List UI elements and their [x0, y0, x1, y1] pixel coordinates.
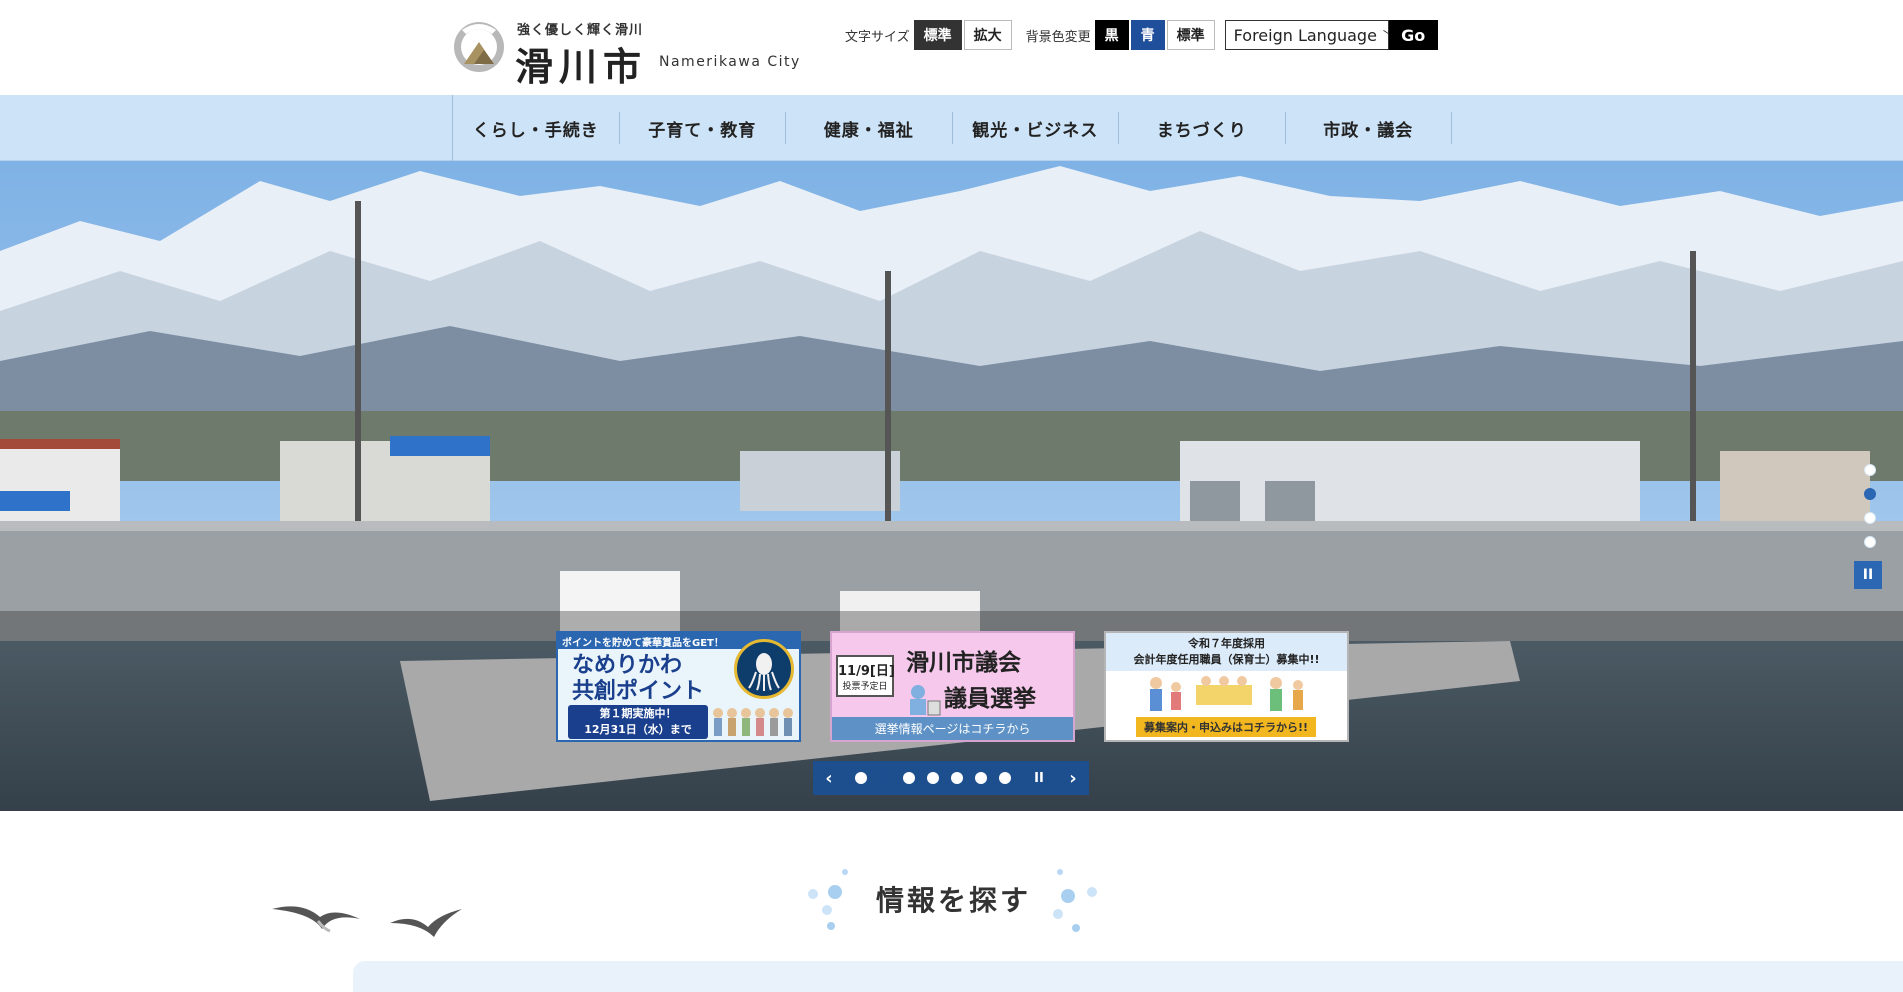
bg-black-button[interactable]: 黒 — [1094, 20, 1129, 50]
banner-dot-3[interactable] — [903, 772, 915, 784]
banner3-header: 令和７年度採用 会計年度任用職員（保育士）募集中!! — [1106, 633, 1347, 671]
banner2-line1: 滑川市議会 — [906, 650, 1021, 676]
bg-standard-button[interactable]: 標準 — [1166, 20, 1215, 50]
hero-slideshow: II ポイントを貯めて豪華賞品をGET！ なめりかわ 共創ポイント 第１期実施中… — [0, 161, 1903, 811]
city-emblem-icon — [454, 22, 504, 72]
banner-pause-button[interactable]: II — [1021, 761, 1057, 795]
banner-pagination — [845, 761, 1021, 795]
logo-city-name: 滑川市 — [515, 44, 648, 89]
banner1-line2: 共創ポイント — [572, 679, 705, 704]
banner-dot-5[interactable] — [951, 772, 963, 784]
banner2-line2: 議員選挙 — [944, 686, 1036, 712]
nav-item-government[interactable]: 市政・議会 — [1286, 112, 1452, 144]
banner2-date-sub: 投票予定日 — [842, 682, 888, 692]
banner-recruitment[interactable]: 令和７年度採用 会計年度任用職員（保育士）募集中!! 募集案内・申込みはコチラか… — [1104, 631, 1349, 742]
voter-figure-icon — [910, 685, 941, 716]
hero-dot-3[interactable] — [1864, 512, 1876, 524]
banner-dot-1[interactable] — [855, 772, 867, 784]
children-illustration-icon — [1150, 676, 1303, 711]
nav-item-health[interactable]: 健康・福祉 — [786, 112, 953, 144]
banner-dot-7[interactable] — [999, 772, 1011, 784]
banner2-date-box: 11/9[日] 投票予定日 — [836, 655, 895, 697]
seagull-icon — [272, 906, 462, 937]
banner-prev-button[interactable]: ‹ — [813, 761, 845, 795]
bg-blue-button[interactable]: 青 — [1130, 20, 1165, 50]
nav-item-childcare[interactable]: 子育て・教育 — [620, 112, 786, 144]
site-header: 強く優しく輝く滑川 滑川市 Namerikawa City 文字サイズ 標準 拡… — [0, 0, 1903, 95]
people-illustration-icon — [713, 708, 793, 736]
banner1-period: 第１期実施中！ 12月31日（水）まで — [568, 705, 708, 739]
nav-item-tourism[interactable]: 観光・ビジネス — [953, 112, 1119, 144]
language-select[interactable]: Foreign Language ﹀ — [1224, 20, 1394, 50]
hero-pause-button[interactable]: II — [1854, 561, 1882, 589]
nav-item-town[interactable]: まちづくり — [1119, 112, 1286, 144]
bubble-decoration-icon — [1053, 869, 1097, 932]
banner-election[interactable]: 11/9[日] 投票予定日 滑川市議会 議員選挙 選挙情報ページはコチラから — [830, 631, 1075, 742]
site-logo[interactable]: 強く優しく輝く滑川 滑川市 Namerikawa City — [452, 16, 802, 89]
banner-controls: ‹ II › — [813, 761, 1089, 795]
nav-item-living[interactable]: くらし・手続き — [453, 112, 620, 144]
bubble-decoration-icon — [808, 869, 848, 930]
language-go-button[interactable]: Go — [1388, 20, 1438, 50]
bg-color-label: 背景色変更 — [1025, 29, 1091, 45]
squid-mascot-icon — [734, 639, 794, 699]
banner-dot-2[interactable] — [879, 772, 891, 784]
hero-dot-2[interactable] — [1864, 488, 1876, 500]
banner-next-button[interactable]: › — [1057, 761, 1089, 795]
banner2-foot: 選挙情報ページはコチラから — [832, 717, 1073, 740]
search-panel — [353, 961, 1903, 992]
accessibility-tools: 文字サイズ 標準 拡大 背景色変更 黒 青 標準 Foreign Languag… — [845, 20, 1438, 50]
banner-dot-4[interactable] — [927, 772, 939, 784]
banner3-foot: 募集案内・申込みはコチラから!! — [1136, 717, 1316, 737]
hero-dot-4[interactable] — [1864, 536, 1876, 548]
font-size-label: 文字サイズ — [845, 29, 910, 45]
logo-city-name-en: Namerikawa City — [659, 54, 801, 70]
hero-dot-1[interactable] — [1864, 464, 1876, 476]
font-size-standard-button[interactable]: 標準 — [913, 20, 962, 50]
language-select-value: Foreign Language — [1233, 25, 1377, 45]
banner1-line1: なめりかわ — [572, 653, 683, 678]
global-nav: くらし・手続き 子育て・教育 健康・福祉 観光・ビジネス まちづくり 市政・議会 — [0, 95, 1903, 161]
font-size-large-button[interactable]: 拡大 — [963, 20, 1012, 50]
banner-kyoso-point[interactable]: ポイントを貯めて豪華賞品をGET！ なめりかわ 共創ポイント 第１期実施中！ 1… — [556, 631, 801, 742]
hero-pagination — [1860, 464, 1880, 560]
banner2-date: 11/9[日] — [838, 664, 895, 679]
search-section: 情報を探す — [0, 811, 1903, 992]
section-title: 情報を探す — [876, 884, 1032, 917]
banner-dot-6[interactable] — [975, 772, 987, 784]
